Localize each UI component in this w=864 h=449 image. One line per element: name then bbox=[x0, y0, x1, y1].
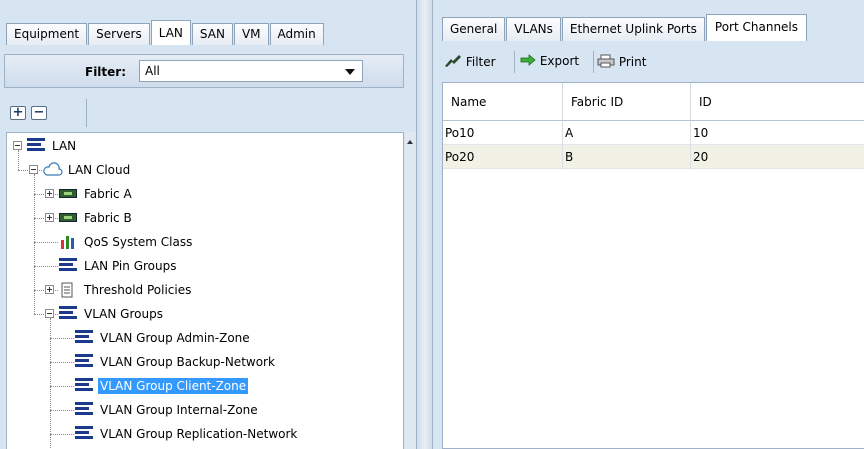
tab-vlans[interactable]: VLANs bbox=[506, 17, 561, 41]
column-header-id[interactable]: ID bbox=[691, 83, 864, 121]
collapse-icon[interactable] bbox=[29, 165, 38, 174]
lan-icon bbox=[75, 378, 93, 392]
toolbar-divider bbox=[86, 99, 87, 127]
lan-icon bbox=[75, 402, 93, 416]
expand-icon[interactable] bbox=[45, 213, 54, 222]
filter-icon bbox=[445, 55, 461, 67]
filter-value: All bbox=[145, 64, 160, 78]
tab-general[interactable]: General bbox=[442, 17, 506, 41]
expand-icon[interactable] bbox=[45, 285, 54, 294]
tree-node-label: VLAN Group Admin-Zone bbox=[100, 331, 250, 345]
tree-node-label: VLAN Groups bbox=[84, 307, 163, 321]
fabric-interconnect-icon bbox=[59, 213, 77, 222]
tab-equipment[interactable]: Equipment bbox=[6, 23, 88, 45]
tab-vm[interactable]: VM bbox=[233, 23, 269, 45]
tab-lan[interactable]: LAN bbox=[150, 20, 191, 45]
cell-name: Po20 bbox=[443, 145, 563, 169]
collapse-all-button[interactable]: − bbox=[31, 106, 47, 120]
tree-node-label: QoS System Class bbox=[84, 235, 193, 249]
column-header-name[interactable]: Name bbox=[443, 83, 563, 121]
column-header-fabric-id[interactable]: Fabric ID bbox=[563, 83, 691, 121]
filter-bar: Filter: All bbox=[4, 54, 404, 88]
cell-fabric-id: B bbox=[563, 145, 691, 169]
lan-icon bbox=[75, 354, 93, 368]
cell-name: Po10 bbox=[443, 121, 563, 145]
lan-icon bbox=[59, 258, 77, 272]
arrow-right-icon bbox=[520, 54, 536, 66]
toolbar-divider bbox=[593, 51, 594, 73]
filter-button[interactable]: Filter bbox=[444, 54, 496, 69]
tree-node-label: Threshold Policies bbox=[84, 283, 192, 297]
export-button-label: Export bbox=[539, 54, 580, 68]
tree-node-label: VLAN Group Client-Zone bbox=[98, 378, 249, 394]
tree-node-label: LAN Pin Groups bbox=[84, 259, 177, 273]
cell-id: 10 bbox=[693, 126, 709, 140]
print-button[interactable]: Print bbox=[597, 54, 646, 69]
tree-node-label: Fabric A bbox=[84, 187, 132, 201]
qos-icon bbox=[61, 236, 74, 249]
tree-node[interactable]: QoS System Class bbox=[7, 231, 397, 253]
fabric-interconnect-icon bbox=[59, 189, 77, 198]
tree-node-label: Fabric B bbox=[84, 211, 132, 225]
tree-node[interactable]: VLAN Group Client-Zone bbox=[7, 375, 397, 397]
expand-all-button[interactable]: + bbox=[10, 106, 26, 120]
lan-icon bbox=[75, 426, 93, 440]
cell-fabric-id: A bbox=[563, 121, 691, 145]
tree-node[interactable]: LAN Cloud bbox=[7, 159, 397, 181]
scroll-up-icon[interactable] bbox=[407, 140, 413, 144]
tree-node[interactable]: LAN bbox=[7, 135, 397, 157]
tree-node-label: VLAN Group Internal-Zone bbox=[100, 403, 258, 417]
tree-node[interactable]: VLAN Group Backup-Network bbox=[7, 351, 397, 373]
nav-tab-bar: Equipment Servers LAN SAN VM Admin bbox=[6, 20, 325, 45]
tree-node[interactable]: Fabric B bbox=[7, 207, 397, 229]
tree-node-label: LAN Cloud bbox=[68, 163, 131, 177]
navigation-tree: LAN LAN Cloud Fabric A Fabric B QoS System C… bbox=[6, 132, 404, 449]
cloud-icon bbox=[43, 162, 63, 176]
table-row[interactable]: Po20 B 20 bbox=[443, 145, 864, 169]
tab-port-channels[interactable]: Port Channels bbox=[705, 14, 808, 41]
cell-id: 20 bbox=[693, 150, 709, 164]
tree-node-label: VLAN Group Replication-Network bbox=[100, 427, 298, 441]
printer-icon bbox=[597, 54, 615, 68]
tree-node[interactable]: VLAN Group Internal-Zone bbox=[7, 399, 397, 421]
navigation-pane: Equipment Servers LAN SAN VM Admin Filte… bbox=[0, 0, 417, 449]
print-button-label: Print bbox=[618, 55, 647, 69]
lan-icon bbox=[59, 306, 77, 320]
export-button[interactable]: Export bbox=[520, 54, 579, 68]
tab-ethernet-uplink-ports[interactable]: Ethernet Uplink Ports bbox=[561, 17, 705, 41]
tree-node[interactable]: VLAN Group Replication-Network bbox=[7, 423, 397, 445]
lan-icon bbox=[27, 138, 45, 152]
lan-icon bbox=[75, 330, 93, 344]
collapse-icon[interactable] bbox=[45, 309, 54, 318]
filter-label: Filter: bbox=[85, 65, 127, 79]
tree-node[interactable]: VLAN Groups bbox=[7, 303, 397, 325]
collapse-icon[interactable] bbox=[13, 141, 22, 150]
filter-dropdown[interactable]: All bbox=[139, 60, 363, 82]
tree-node-label: VLAN Group Backup-Network bbox=[100, 355, 275, 369]
tree-node-label: LAN bbox=[52, 139, 77, 153]
threshold-policy-icon bbox=[61, 282, 73, 298]
tab-servers[interactable]: Servers bbox=[88, 23, 150, 45]
tab-san[interactable]: SAN bbox=[191, 23, 233, 45]
content-tab-bar: General VLANs Ethernet Uplink Ports Port… bbox=[442, 14, 808, 41]
tree-node[interactable]: VLAN Group Admin-Zone bbox=[7, 327, 397, 349]
tree-node[interactable]: Fabric A bbox=[7, 183, 397, 205]
content-toolbar: Filter Export Print bbox=[442, 48, 864, 74]
chevron-down-icon[interactable] bbox=[345, 69, 355, 75]
tree-node[interactable]: LAN Pin Groups bbox=[7, 255, 397, 277]
expand-icon[interactable] bbox=[45, 189, 54, 198]
toolbar-divider bbox=[514, 51, 515, 73]
tab-admin[interactable]: Admin bbox=[269, 23, 324, 45]
pane-splitter[interactable] bbox=[417, 0, 433, 449]
port-channels-table: Name Fabric ID ID Po10 A 10 Po20 B 20 bbox=[442, 82, 864, 449]
filter-button-label: Filter bbox=[465, 55, 496, 69]
tree-node[interactable]: Threshold Policies bbox=[7, 279, 397, 301]
tree-scrollbar[interactable] bbox=[405, 132, 416, 449]
table-row[interactable]: Po10 A 10 bbox=[443, 121, 864, 145]
